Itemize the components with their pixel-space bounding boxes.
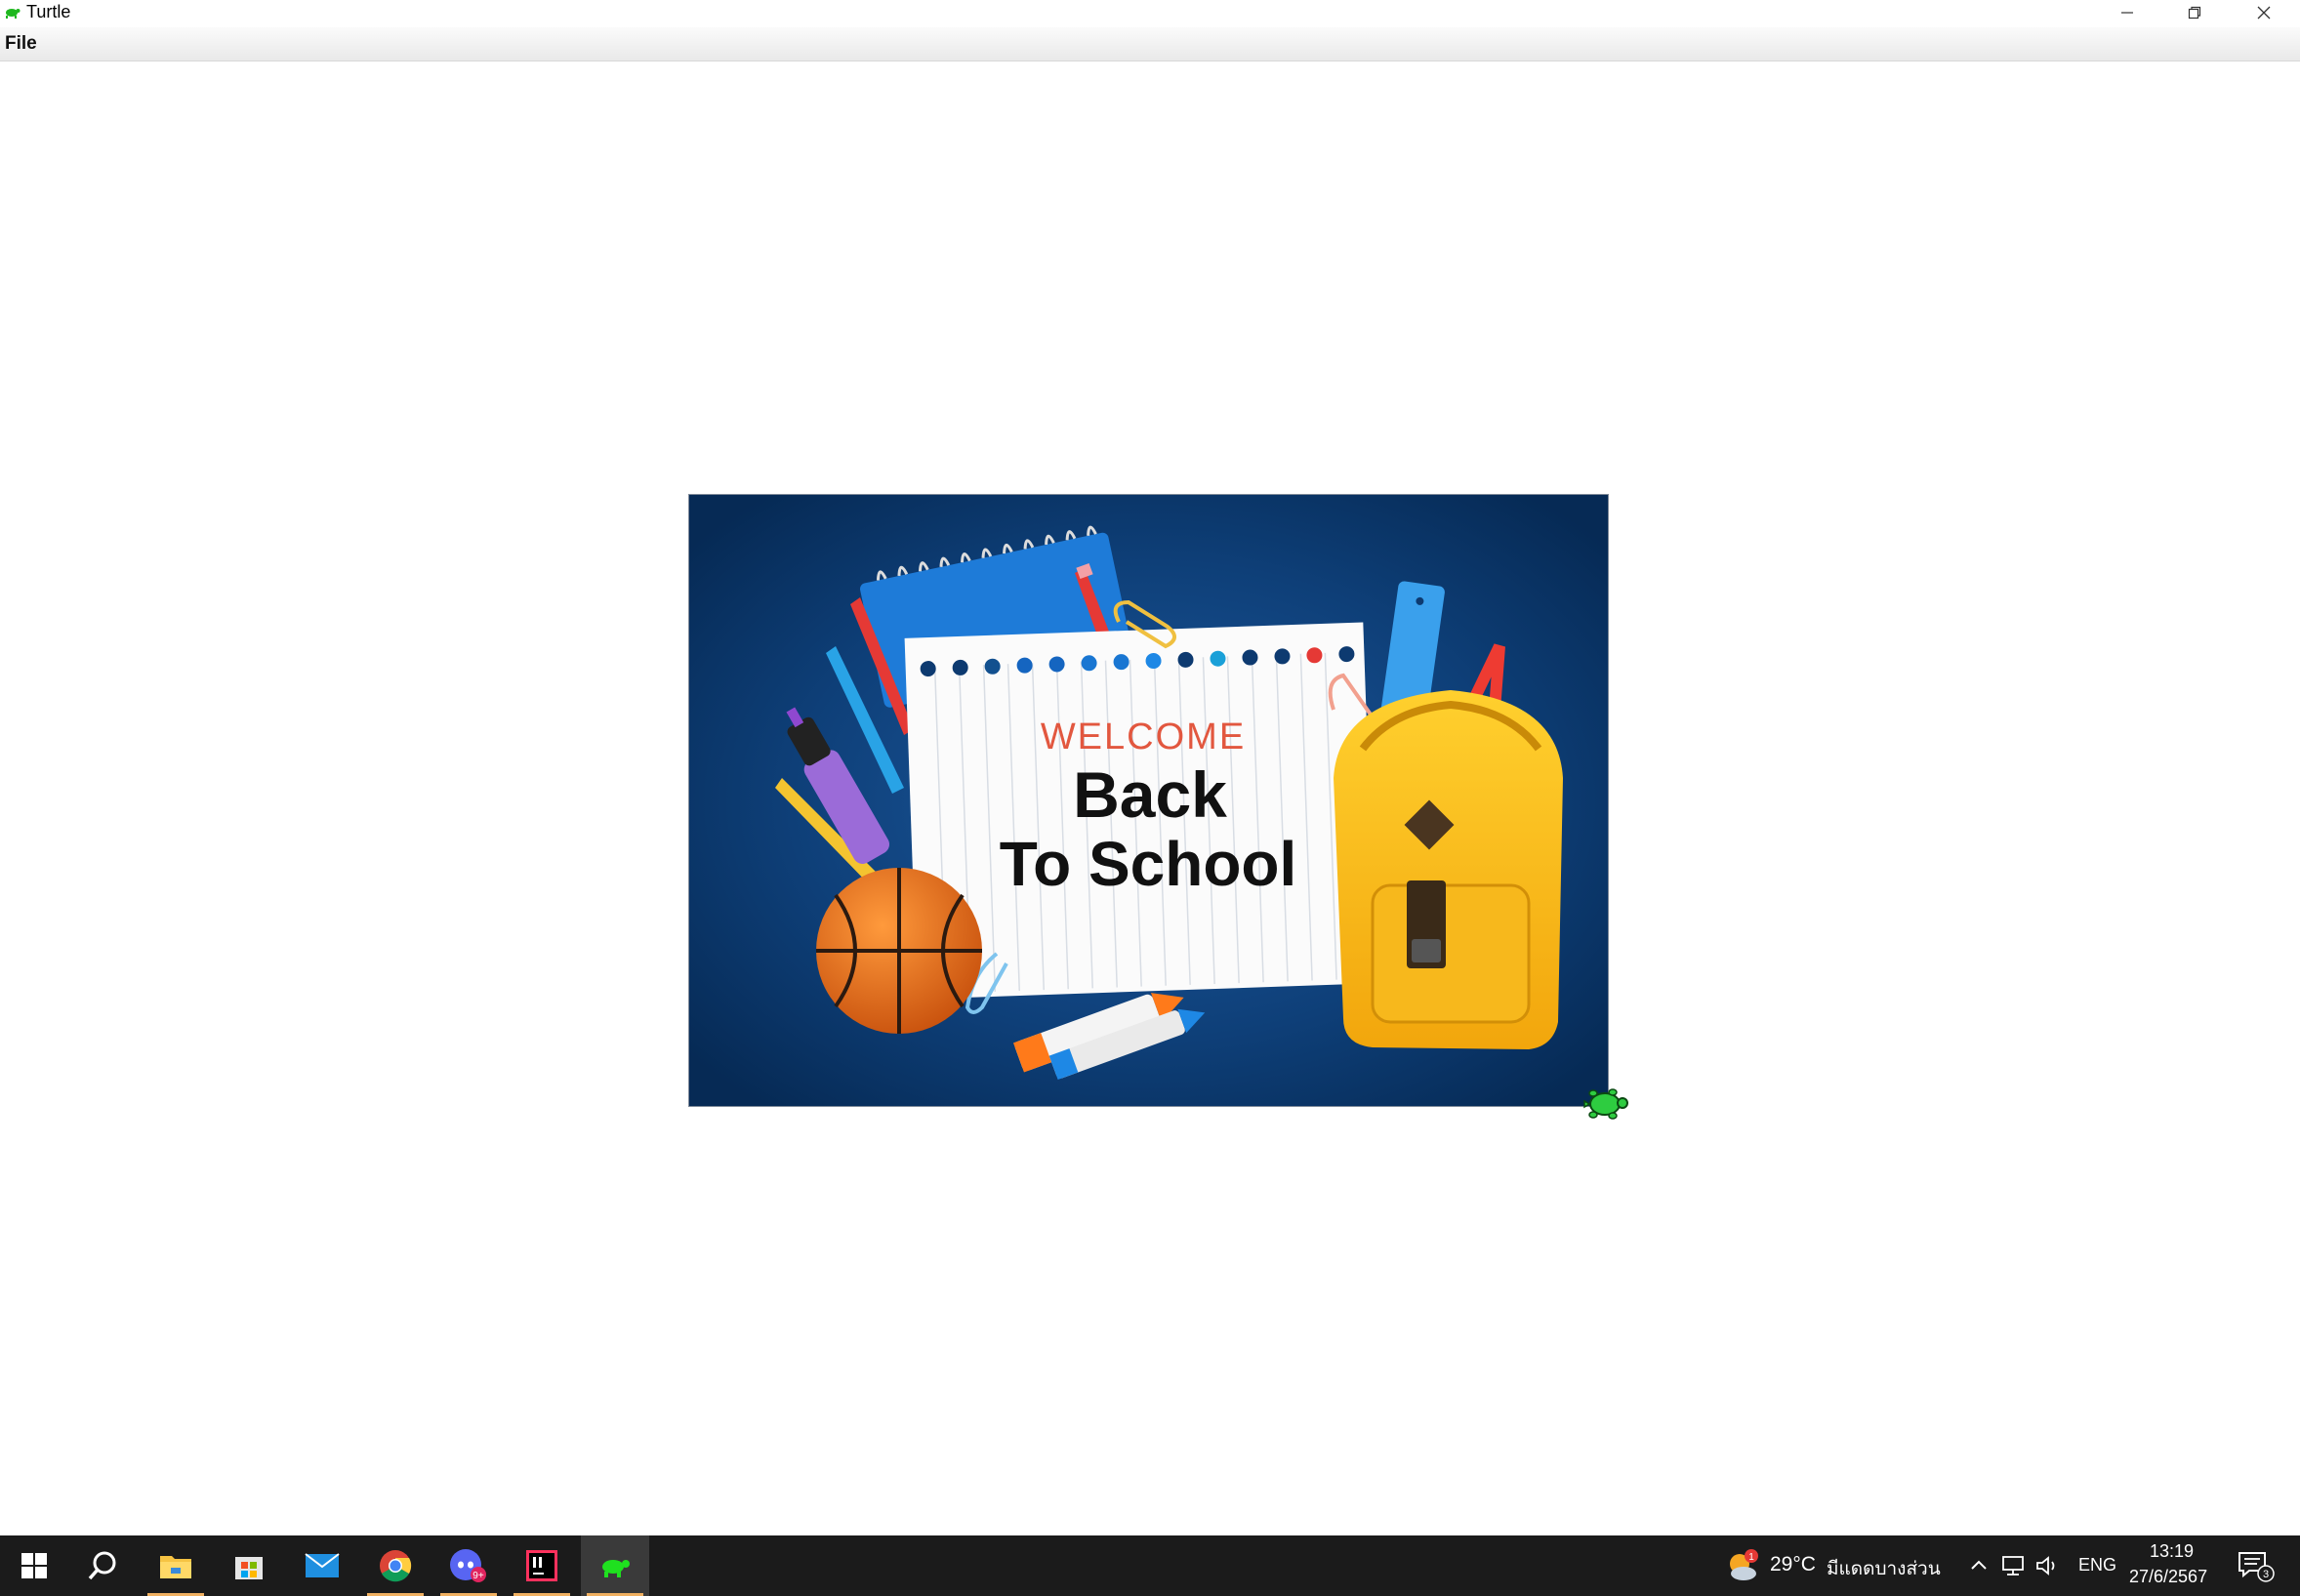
poster-illustration: WELCOME Back To School — [689, 495, 1608, 1106]
poster-welcome-text: WELCOME — [1041, 716, 1246, 757]
clock-date[interactable]: 27/6/2567 — [2129, 1567, 2207, 1587]
basketball-shape — [816, 868, 982, 1034]
close-icon — [2257, 6, 2271, 20]
taskbar-intellij[interactable] — [508, 1535, 576, 1596]
network-icon[interactable] — [2001, 1555, 2027, 1576]
weather-partly-sunny-icon: 1 — [1730, 1549, 1758, 1580]
search-icon — [88, 1551, 116, 1580]
minimize-icon — [2121, 12, 2133, 14]
taskbar-chrome[interactable] — [361, 1535, 430, 1596]
language-indicator[interactable]: ENG — [2078, 1555, 2116, 1576]
windows-start-icon — [21, 1553, 47, 1578]
menu-bar: File — [0, 27, 2300, 61]
close-button[interactable] — [2230, 0, 2298, 25]
taskbar: 9+ 1 29°C มีแดดบางส่วน ENG 13:19 27/6/25… — [0, 1535, 2300, 1596]
mail-icon — [305, 1553, 340, 1577]
turtle-app-icon — [6, 9, 21, 19]
weather-temperature[interactable]: 29°C — [1770, 1553, 1816, 1576]
clock-time[interactable]: 13:19 — [2150, 1541, 2194, 1562]
taskbar-discord[interactable]: 9+ — [434, 1535, 503, 1596]
weather-badge: 1 — [1748, 1552, 1754, 1563]
turtle-app-icon — [602, 1560, 630, 1577]
menu-file[interactable]: File — [5, 33, 37, 55]
taskbar-file-explorer[interactable] — [142, 1535, 210, 1596]
taskbar-microsoft-store[interactable] — [215, 1535, 283, 1596]
folder-icon — [160, 1556, 191, 1578]
poster-back-text: Back — [1073, 758, 1227, 831]
minimize-button[interactable] — [2093, 0, 2161, 25]
taskbar-turtle[interactable] — [581, 1535, 649, 1596]
notification-center-button[interactable]: 3 — [2226, 1535, 2284, 1596]
taskbar-mail[interactable] — [288, 1535, 356, 1596]
back-to-school-image: WELCOME Back To School — [688, 494, 1609, 1107]
restore-button[interactable] — [2160, 0, 2229, 25]
weather-description[interactable]: มีแดดบางส่วน — [1827, 1554, 1941, 1583]
notification-count: 3 — [2263, 1569, 2269, 1580]
backpack-shape — [1334, 690, 1563, 1049]
search-button[interactable] — [68, 1535, 137, 1596]
volume-icon[interactable] — [2035, 1555, 2061, 1576]
title-bar: Turtle — [0, 0, 2300, 25]
start-button[interactable] — [0, 1535, 68, 1596]
chevron-up-icon[interactable] — [1970, 1559, 1988, 1571]
discord-icon: 9+ — [450, 1549, 486, 1582]
turtle-cursor-icon — [1583, 1088, 1628, 1120]
store-icon — [235, 1557, 263, 1579]
restore-icon — [2188, 6, 2201, 20]
discord-badge: 9+ — [472, 1571, 484, 1581]
poster-school-text: To School — [1000, 829, 1297, 899]
weather-widget[interactable]: 1 — [1718, 1535, 1765, 1596]
notification-icon: 3 — [2238, 1552, 2275, 1582]
window-title: Turtle — [26, 2, 71, 21]
chrome-icon — [380, 1550, 412, 1582]
intellij-icon — [526, 1550, 557, 1581]
